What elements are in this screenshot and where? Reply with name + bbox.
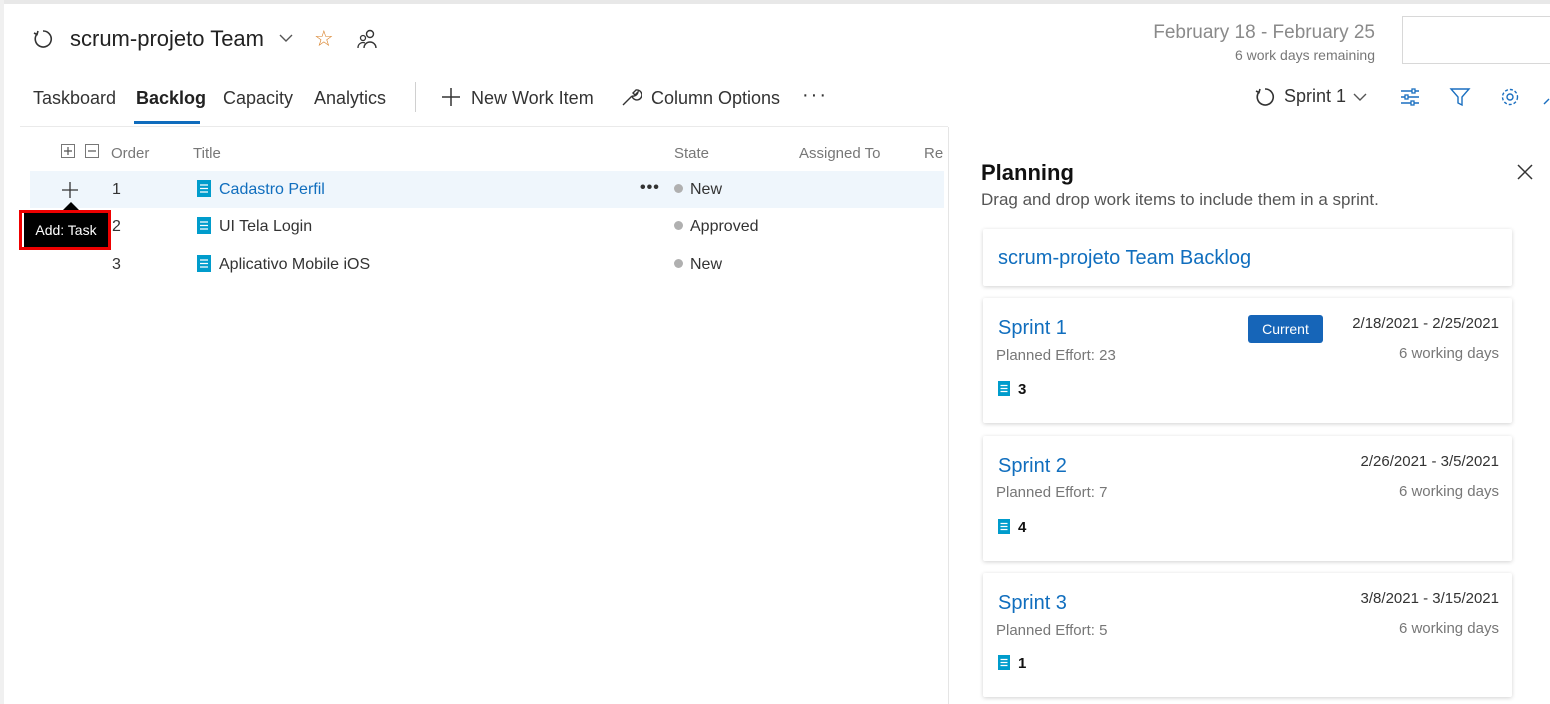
- sprint-name-link[interactable]: Sprint 2: [998, 455, 1067, 478]
- column-header-assigned-to[interactable]: Assigned To: [799, 145, 880, 162]
- table-row[interactable]: 2 UI Tela Login Approved: [30, 208, 944, 245]
- tab-taskboard[interactable]: Taskboard: [33, 88, 116, 109]
- state-label: New: [690, 181, 723, 198]
- column-header-remaining[interactable]: Rer: [924, 145, 944, 162]
- planned-effort: Planned Effort: 5: [996, 622, 1108, 639]
- state-label: Approved: [690, 218, 759, 235]
- work-item-icon: [197, 255, 211, 272]
- work-item-icon: [197, 180, 211, 197]
- team-backlog-link[interactable]: scrum-projeto Team Backlog: [998, 247, 1251, 270]
- tab-capacity[interactable]: Capacity: [223, 88, 293, 109]
- collapse-icon[interactable]: [1543, 90, 1550, 106]
- expand-all-button[interactable]: [61, 144, 75, 158]
- iteration-icon: [1255, 88, 1275, 106]
- sprint-dates: 2/18/2021 - 2/25/2021: [1352, 315, 1499, 332]
- work-item-icon: [998, 381, 1010, 396]
- column-options-button[interactable]: Column Options: [651, 88, 780, 109]
- tab-backlog[interactable]: Backlog: [136, 88, 206, 109]
- sprint-selector[interactable]: Sprint 1: [1284, 86, 1346, 107]
- work-item-icon: [998, 519, 1010, 534]
- column-header-state[interactable]: State: [674, 145, 709, 162]
- table-row[interactable]: 1 Cadastro Perfil ••• New: [30, 171, 944, 208]
- sprint-working-days: 6 working days: [1398, 620, 1499, 637]
- order-cell: 3: [112, 256, 121, 273]
- state-cell[interactable]: Approved: [674, 218, 759, 236]
- work-item-count: 3: [1018, 381, 1027, 398]
- work-item-title[interactable]: UI Tela Login: [219, 218, 312, 236]
- planning-subtitle: Drag and drop work items to include them…: [981, 190, 1379, 209]
- chevron-down-icon[interactable]: [278, 32, 294, 44]
- iteration-icon: [33, 30, 53, 48]
- current-badge: Current: [1248, 315, 1323, 343]
- pane-divider: [948, 127, 949, 704]
- sprint-card[interactable]: Sprint 1 Current 2/18/2021 - 2/25/2021 6…: [983, 298, 1512, 423]
- order-cell: 2: [112, 218, 121, 235]
- left-border: [0, 0, 4, 704]
- state-cell[interactable]: New: [674, 181, 722, 199]
- work-item-title[interactable]: Aplicativo Mobile iOS: [219, 256, 370, 274]
- work-days-remaining: 6 work days remaining: [1234, 47, 1375, 63]
- chevron-down-icon[interactable]: [1352, 91, 1368, 103]
- work-item-count: 1: [1018, 655, 1027, 672]
- new-work-item-button[interactable]: New Work Item: [471, 88, 594, 109]
- state-dot-icon: [674, 221, 683, 231]
- highlight-box: [19, 210, 111, 250]
- sprint-working-days: 6 working days: [1398, 345, 1499, 362]
- planned-effort: Planned Effort: 23: [996, 347, 1116, 364]
- sprint-dates: 2/26/2021 - 3/5/2021: [1360, 453, 1499, 470]
- work-item-icon: [998, 655, 1010, 670]
- planned-effort: Planned Effort: 7: [996, 484, 1108, 501]
- row-more-button[interactable]: •••: [640, 179, 660, 197]
- header-divider: [20, 126, 948, 127]
- sprint-card[interactable]: Sprint 2 2/26/2021 - 3/5/2021 6 working …: [983, 436, 1512, 561]
- sprint-card[interactable]: Sprint 3 3/8/2021 - 3/15/2021 6 working …: [983, 573, 1512, 697]
- column-header-title[interactable]: Title: [193, 145, 221, 162]
- selected-tab-indicator: [134, 121, 200, 124]
- work-item-count: 4: [1018, 519, 1027, 536]
- view-options-icon[interactable]: [1399, 86, 1421, 108]
- sprint-working-days: 6 working days: [1398, 483, 1499, 500]
- sprint-dates: 3/8/2021 - 3/15/2021: [1360, 590, 1499, 607]
- team-backlog-card[interactable]: scrum-projeto Team Backlog: [983, 229, 1512, 286]
- plus-icon[interactable]: [440, 86, 462, 108]
- star-icon[interactable]: ☆: [314, 26, 334, 52]
- table-row[interactable]: 3 Aplicativo Mobile iOS New: [30, 246, 944, 283]
- sprint-name-link[interactable]: Sprint 1: [998, 317, 1067, 340]
- team-title[interactable]: scrum-projeto Team: [70, 26, 264, 52]
- gear-icon[interactable]: [1499, 86, 1521, 108]
- state-cell[interactable]: New: [674, 256, 722, 274]
- wrench-icon[interactable]: [620, 86, 642, 108]
- team-members-icon[interactable]: [356, 28, 378, 50]
- close-icon[interactable]: [1516, 163, 1534, 181]
- state-dot-icon: [674, 184, 683, 194]
- filter-icon[interactable]: [1449, 86, 1471, 108]
- collapse-all-button[interactable]: [85, 144, 99, 158]
- tab-analytics[interactable]: Analytics: [314, 88, 386, 109]
- sprint-burndown-box: [1402, 16, 1550, 64]
- state-dot-icon: [674, 259, 683, 269]
- nav-divider: [415, 82, 416, 112]
- order-cell: 1: [112, 181, 121, 198]
- top-border: [0, 0, 1550, 4]
- column-header-order[interactable]: Order: [111, 145, 149, 162]
- sprint-name-link[interactable]: Sprint 3: [998, 592, 1067, 615]
- sprint-date-range: February 18 - February 25: [1153, 22, 1375, 43]
- more-actions-button[interactable]: ···: [802, 84, 828, 107]
- work-item-title-link[interactable]: Cadastro Perfil: [219, 181, 325, 199]
- work-item-icon: [197, 217, 211, 234]
- add-task-icon[interactable]: [60, 180, 80, 200]
- planning-title: Planning: [981, 160, 1074, 185]
- state-label: New: [690, 256, 723, 273]
